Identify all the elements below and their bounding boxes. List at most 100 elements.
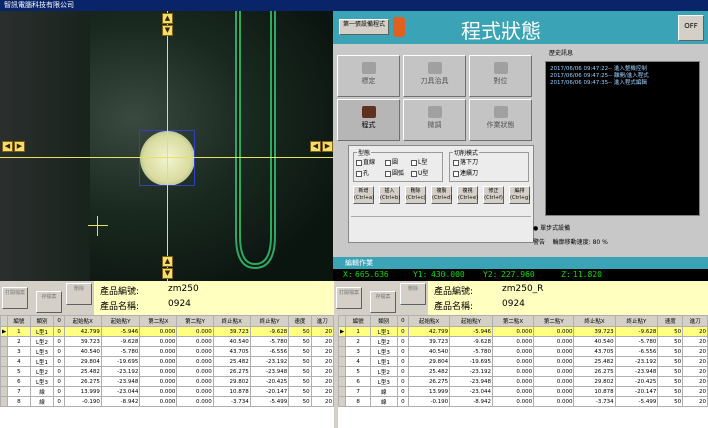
table-cell[interactable]: 0.000 xyxy=(491,346,535,357)
table-cell[interactable]: 10.878 xyxy=(212,386,251,397)
table-row[interactable]: 3 L型3 0 40.540 -5.780 0.000 0.000 43.705 -6.556 5… xyxy=(0,346,334,357)
table-cell[interactable]: 0.000 xyxy=(139,366,178,377)
table-cell[interactable]: -20.425 xyxy=(249,376,290,387)
open-file-button[interactable]: 打開檔案 xyxy=(336,287,362,309)
off-button[interactable]: OFF xyxy=(678,15,704,41)
table-cell[interactable]: 4 xyxy=(7,356,31,367)
table-cell[interactable]: L型2 xyxy=(369,336,398,347)
table-cell[interactable]: L型3 xyxy=(29,346,55,357)
table-cell[interactable]: 26.275 xyxy=(63,376,102,387)
tile-align[interactable]: 對位 xyxy=(469,55,532,97)
table-cell[interactable]: 5 xyxy=(7,366,31,377)
table-cell[interactable]: 0.000 xyxy=(491,336,535,347)
table-row[interactable]: ▶ 1 L型1 0 42.799 -5.946 0.000 0.000 39.723 -9.628… xyxy=(0,326,334,337)
table-cell[interactable]: 50 xyxy=(657,396,684,407)
row-indicator[interactable] xyxy=(338,356,347,367)
table-cell[interactable]: 20 xyxy=(310,386,334,397)
table-cell[interactable]: -19.695 xyxy=(100,356,141,367)
table-cell[interactable]: 6 xyxy=(345,376,371,387)
table-cell[interactable]: -20.147 xyxy=(614,386,659,397)
table-cell[interactable]: 42.799 xyxy=(408,326,451,337)
table-cell[interactable]: 20 xyxy=(682,396,708,407)
table-cell[interactable]: 50 xyxy=(288,336,312,347)
table-cell[interactable]: 50 xyxy=(288,386,312,397)
table-cell[interactable]: 0 xyxy=(396,386,410,397)
cut-mode-option[interactable]: 落下刀 xyxy=(453,157,478,166)
table-cell[interactable]: 25.482 xyxy=(63,366,102,377)
table-cell[interactable]: L型2 xyxy=(369,366,398,377)
table-cell[interactable]: 50 xyxy=(657,356,684,367)
table-cell[interactable]: 線 xyxy=(369,396,398,407)
table-cell[interactable]: 0.000 xyxy=(533,326,575,337)
table-cell[interactable]: 50 xyxy=(288,356,312,367)
table-cell[interactable]: -5.499 xyxy=(614,396,659,407)
table-cell[interactable]: -0.190 xyxy=(408,396,451,407)
insert-button[interactable]: 插入 (Ctrl+b) xyxy=(379,186,400,204)
right-program-table[interactable]: 編號 類別 0 起始點X 起始點Y 第二點X 第二點Y 終止點X 終止點Y 速度… xyxy=(338,315,708,428)
row-indicator[interactable] xyxy=(0,336,9,347)
table-cell[interactable]: 13.999 xyxy=(63,386,102,397)
table-cell[interactable]: 0.000 xyxy=(533,336,575,347)
table-cell[interactable]: 0.000 xyxy=(491,386,535,397)
table-cell[interactable]: 0.000 xyxy=(491,356,535,367)
table-cell[interactable]: -9.628 xyxy=(614,326,659,337)
table-cell[interactable]: 0.000 xyxy=(139,356,178,367)
table-cell[interactable]: -23.192 xyxy=(614,356,659,367)
table-cell[interactable]: -23.192 xyxy=(449,366,493,377)
table-row[interactable]: 2 L型2 0 39.723 -9.628 0.000 0.000 40.540 -5.780 5… xyxy=(0,336,334,347)
row-indicator[interactable]: ▶ xyxy=(338,326,347,337)
table-cell[interactable]: L型3 xyxy=(369,376,398,387)
single-step-option[interactable]: ● 單步式設備 xyxy=(533,223,570,232)
table-cell[interactable]: 25.482 xyxy=(212,356,251,367)
table-cell[interactable]: 20 xyxy=(310,356,334,367)
table-cell[interactable]: L型2 xyxy=(29,366,55,377)
table-cell[interactable]: 7 xyxy=(7,386,31,397)
table-cell[interactable]: -3.734 xyxy=(212,396,251,407)
table-cell[interactable]: 0.000 xyxy=(176,336,214,347)
table-cell[interactable]: 0 xyxy=(53,336,65,347)
table-cell[interactable]: 1 xyxy=(345,326,371,337)
row-indicator[interactable] xyxy=(338,336,347,347)
table-cell[interactable]: L型1 xyxy=(369,356,398,367)
row-indicator[interactable] xyxy=(0,366,9,377)
table-cell[interactable]: 40.540 xyxy=(408,346,451,357)
table-cell[interactable]: -23.192 xyxy=(249,356,290,367)
table-cell[interactable]: 20 xyxy=(310,336,334,347)
table-cell[interactable]: 0 xyxy=(396,356,410,367)
table-cell[interactable]: 39.723 xyxy=(573,326,616,337)
table-cell[interactable]: 5 xyxy=(345,366,371,377)
table-cell[interactable]: -5.946 xyxy=(449,326,493,337)
table-cell[interactable]: 0.000 xyxy=(533,396,575,407)
table-cell[interactable]: 0 xyxy=(396,326,410,337)
table-cell[interactable]: 50 xyxy=(657,326,684,337)
table-row[interactable]: 2 L型2 0 39.723 -9.628 0.000 0.000 40.540 -5.780 5… xyxy=(338,336,708,347)
table-cell[interactable]: 線 xyxy=(29,396,55,407)
table-cell[interactable]: 8 xyxy=(7,396,31,407)
delete-button[interactable]: 刪除 (Ctrl+c) xyxy=(405,186,426,204)
table-cell[interactable]: 3 xyxy=(7,346,31,357)
table-cell[interactable]: 29.804 xyxy=(63,356,102,367)
shape-option[interactable]: U型 xyxy=(411,168,428,177)
table-cell[interactable]: 0.000 xyxy=(176,366,214,377)
table-cell[interactable]: 40.540 xyxy=(212,336,251,347)
table-cell[interactable]: 0.000 xyxy=(176,396,214,407)
table-cell[interactable]: 20 xyxy=(682,386,708,397)
table-cell[interactable]: 0 xyxy=(53,396,65,407)
save-file-button[interactable]: 存檔案 xyxy=(36,291,62,313)
table-cell[interactable]: 43.705 xyxy=(573,346,616,357)
shape-option[interactable]: 圓 xyxy=(385,157,398,166)
table-row[interactable]: 7 線 0 13.999 -23.044 0.000 0.000 10.878 -20.147 5… xyxy=(0,386,334,397)
table-cell[interactable]: 50 xyxy=(657,386,684,397)
table-row[interactable]: ▶ 1 L型1 0 42.799 -5.946 0.000 0.000 39.723 -9.628… xyxy=(338,326,708,337)
table-cell[interactable]: 20 xyxy=(682,376,708,387)
table-cell[interactable]: 50 xyxy=(657,336,684,347)
table-row[interactable]: 6 L型3 0 26.275 -23.948 0.000 0.000 29.802 -20.42… xyxy=(0,376,334,387)
table-cell[interactable]: 0.000 xyxy=(533,356,575,367)
arrow-left-right-icon[interactable]: ◀ xyxy=(310,141,321,152)
table-cell[interactable]: 0.000 xyxy=(491,326,535,337)
tile-work-status[interactable]: 作業狀態 xyxy=(469,99,532,141)
table-cell[interactable]: L型2 xyxy=(29,336,55,347)
table-cell[interactable]: 39.723 xyxy=(212,326,251,337)
table-cell[interactable]: 7 xyxy=(345,386,371,397)
table-cell[interactable]: L型3 xyxy=(369,346,398,357)
